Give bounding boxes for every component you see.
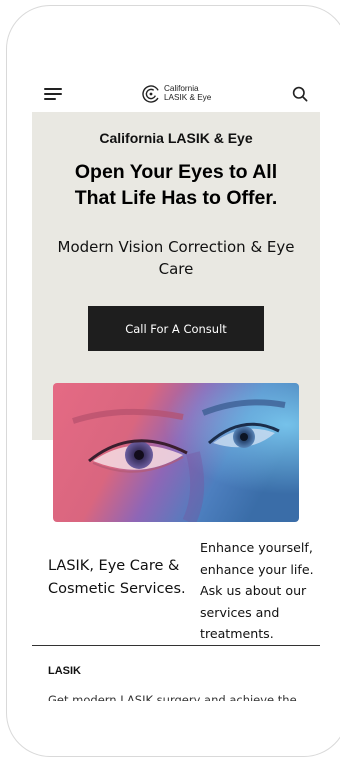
section-divider: [32, 645, 320, 646]
device-frame: California LASIK & Eye California LASIK …: [6, 5, 340, 757]
intro-tagline: LASIK, Eye Care & Cosmetic Services.: [48, 558, 186, 597]
hero-subline: Modern Vision Correction & Eye Care: [57, 238, 295, 278]
intro-blurb: Enhance yourself, enhance your life. Ask…: [200, 540, 314, 642]
hero-headline: Open Your Eyes to All That Life Has to O…: [74, 161, 278, 209]
logo-mark-icon: [142, 85, 160, 103]
hero-eye-photo: [53, 383, 299, 522]
logo-text: California LASIK & Eye: [164, 85, 211, 102]
site-logo[interactable]: California LASIK & Eye: [141, 82, 211, 106]
service-item-description: Get modern LASIK surgery and achieve the: [48, 689, 318, 701]
search-icon[interactable]: [292, 86, 308, 102]
hero-brand: California LASIK & Eye: [99, 130, 253, 146]
call-for-consult-button[interactable]: Call For A Consult: [88, 306, 264, 351]
logo-line-2: LASIK & Eye: [164, 93, 212, 102]
hamburger-menu-icon[interactable]: [44, 87, 62, 101]
service-item-title[interactable]: LASIK: [48, 665, 81, 677]
page-viewport: California LASIK & Eye California LASIK …: [32, 6, 320, 756]
site-header: California LASIK & Eye: [32, 76, 320, 112]
service-description-text: Get modern LASIK surgery and achieve the: [48, 693, 297, 701]
